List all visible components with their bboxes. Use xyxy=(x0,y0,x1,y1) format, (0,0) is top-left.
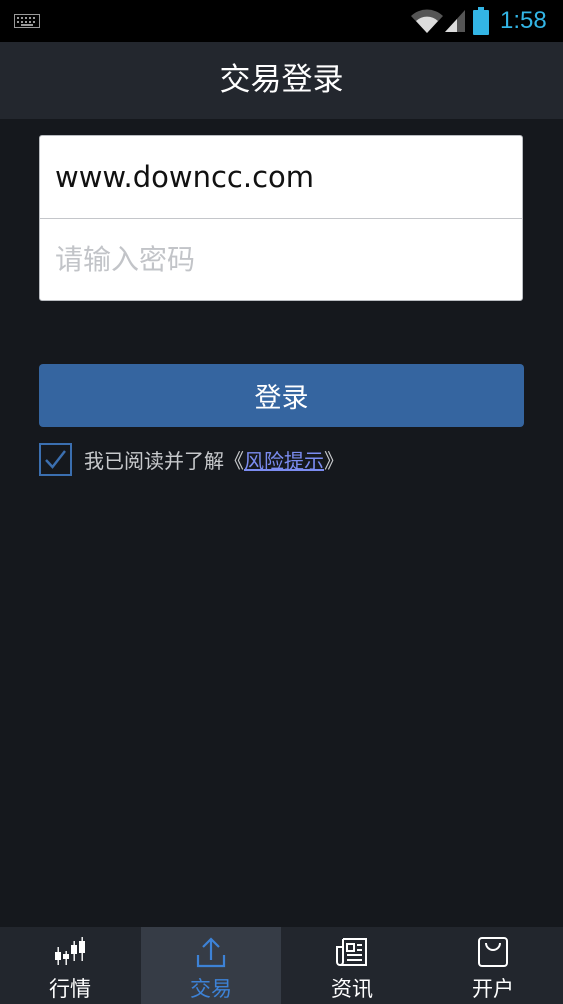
tab-news[interactable]: 资讯 xyxy=(282,927,422,1004)
app-screen: 1:58 交易登录 登录 我已阅读并了解《风险提示》 行情 xyxy=(0,0,563,1004)
battery-icon xyxy=(473,7,489,35)
agreement-checkbox[interactable] xyxy=(39,443,72,476)
login-form-card xyxy=(39,135,523,301)
tab-market[interactable]: 行情 xyxy=(0,927,140,1004)
bottom-nav: 行情 交易 资讯 开户 xyxy=(0,927,563,1004)
candlestick-icon xyxy=(55,937,85,965)
password-input[interactable] xyxy=(40,219,522,300)
tab-open-account[interactable]: 开户 xyxy=(423,927,563,1004)
signal-icon xyxy=(445,10,465,32)
shopping-bag-icon xyxy=(478,937,508,967)
title-bar: 交易登录 xyxy=(0,42,563,119)
agreement-suffix: 》 xyxy=(324,449,344,473)
wifi-icon xyxy=(411,9,443,33)
status-clock: 1:58 xyxy=(500,7,547,34)
keyboard-icon xyxy=(14,14,40,28)
upload-icon xyxy=(196,937,226,968)
tab-trade[interactable]: 交易 xyxy=(141,927,281,1004)
checkmark-icon xyxy=(45,450,66,469)
news-icon xyxy=(336,938,367,966)
tab-trade-label: 交易 xyxy=(190,977,232,1001)
tab-open-account-label: 开户 xyxy=(472,977,514,1001)
status-bar: 1:58 xyxy=(0,0,563,42)
tab-news-label: 资讯 xyxy=(331,977,373,1001)
agreement-text: 我已阅读并了解《风险提示》 xyxy=(84,446,344,476)
login-button[interactable]: 登录 xyxy=(39,364,524,427)
agreement-prefix: 我已阅读并了解《 xyxy=(84,449,244,473)
risk-disclosure-link[interactable]: 风险提示 xyxy=(244,449,324,473)
tab-market-label: 行情 xyxy=(49,977,91,1001)
page-title: 交易登录 xyxy=(219,62,344,98)
account-input[interactable] xyxy=(40,136,522,218)
